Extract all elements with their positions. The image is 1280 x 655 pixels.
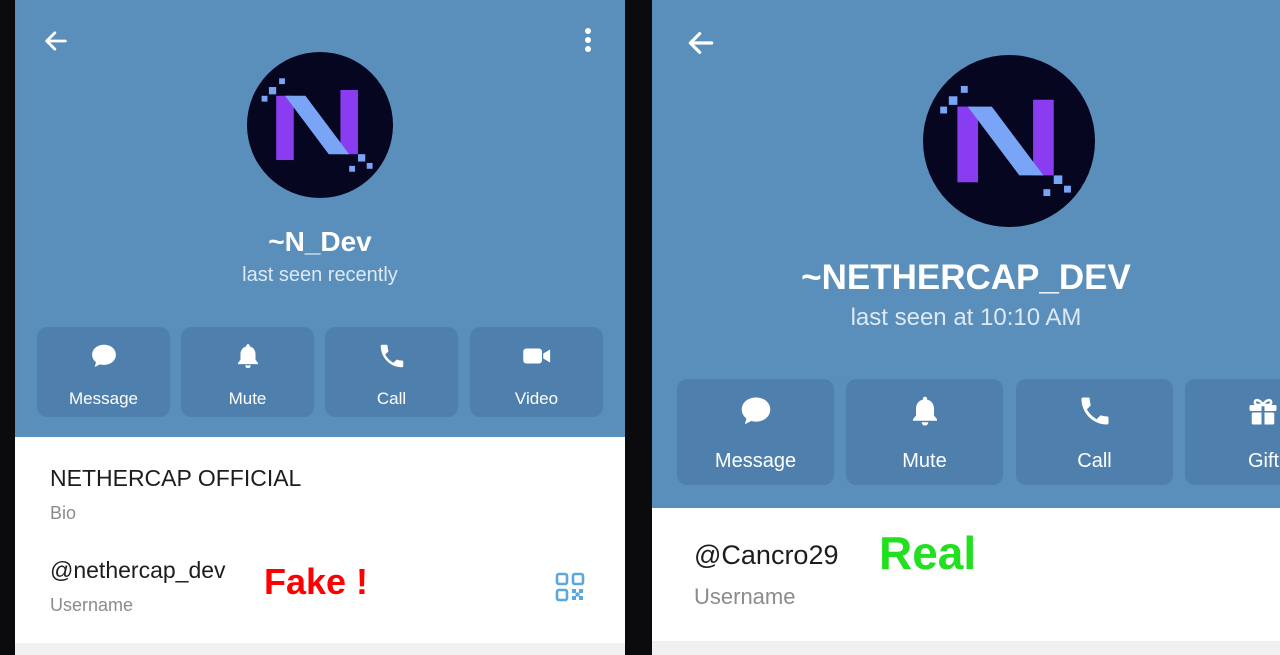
bio-value: NETHERCAP OFFICIAL [50, 465, 302, 491]
profile-header: ~N_Dev last seen recently Message Mute C… [15, 0, 625, 437]
bell-icon [237, 344, 258, 369]
real-annotation: Real [879, 527, 977, 579]
profile-info-section: @Cancro29 Username Real [652, 508, 1280, 641]
chat-bubble-icon [91, 344, 116, 367]
bio-label: Bio [50, 503, 77, 523]
video-camera-icon [522, 348, 550, 364]
last-seen-status: last seen at 10:10 AM [850, 304, 1082, 331]
nethercap-logo [247, 52, 393, 198]
profile-header: ~NETHERCAP_DEV last seen at 10:10 AM Mes… [652, 0, 1280, 508]
phone-icon [380, 344, 403, 368]
call-label: Call [376, 389, 407, 408]
avatar[interactable] [923, 55, 1095, 227]
back-button[interactable] [41, 26, 71, 56]
gift-label: Gift [1248, 450, 1280, 472]
username-label: Username [50, 595, 134, 615]
real-profile-panel: ~NETHERCAP_DEV last seen at 10:10 AM Mes… [652, 0, 1280, 655]
call-button[interactable]: Call [325, 327, 458, 417]
video-button[interactable]: Video [470, 327, 603, 417]
display-name: ~N_Dev [268, 226, 372, 257]
call-button[interactable]: Call [1016, 379, 1173, 485]
back-arrow-icon [45, 31, 67, 51]
message-button[interactable]: Message [677, 379, 834, 485]
message-button[interactable]: Message [37, 327, 170, 417]
gift-icon [1249, 398, 1277, 425]
phone-icon [1081, 397, 1108, 425]
bell-icon [912, 396, 937, 426]
video-label: Video [514, 389, 559, 408]
more-menu-button[interactable] [575, 24, 601, 56]
qr-code-icon [555, 572, 585, 602]
more-vertical-icon [585, 28, 591, 52]
fake-annotation: Fake ! [264, 561, 369, 602]
back-arrow-icon [688, 32, 714, 54]
gift-button[interactable]: Gift [1185, 379, 1280, 485]
fake-profile-panel: ~N_Dev last seen recently Message Mute C… [15, 0, 625, 655]
username-value[interactable]: @nethercap_dev [50, 557, 226, 584]
nethercap-logo [923, 55, 1095, 227]
username-value[interactable]: @Cancro29 [694, 540, 838, 571]
mute-button[interactable]: Mute [181, 327, 314, 417]
mute-label: Mute [228, 389, 267, 408]
username-label: Username [694, 584, 796, 609]
call-label: Call [1077, 450, 1112, 472]
mute-button[interactable]: Mute [846, 379, 1003, 485]
display-name: ~NETHERCAP_DEV [801, 258, 1131, 297]
message-label: Message [69, 389, 138, 408]
avatar[interactable] [247, 52, 393, 198]
profile-info-section: NETHERCAP OFFICIAL Bio @nethercap_dev Us… [15, 437, 625, 643]
last-seen-status: last seen recently [242, 264, 398, 286]
qr-code-button[interactable] [553, 570, 587, 604]
message-label: Message [714, 450, 797, 472]
back-button[interactable] [684, 26, 718, 60]
mute-label: Mute [902, 450, 947, 472]
chat-bubble-icon [741, 397, 770, 425]
